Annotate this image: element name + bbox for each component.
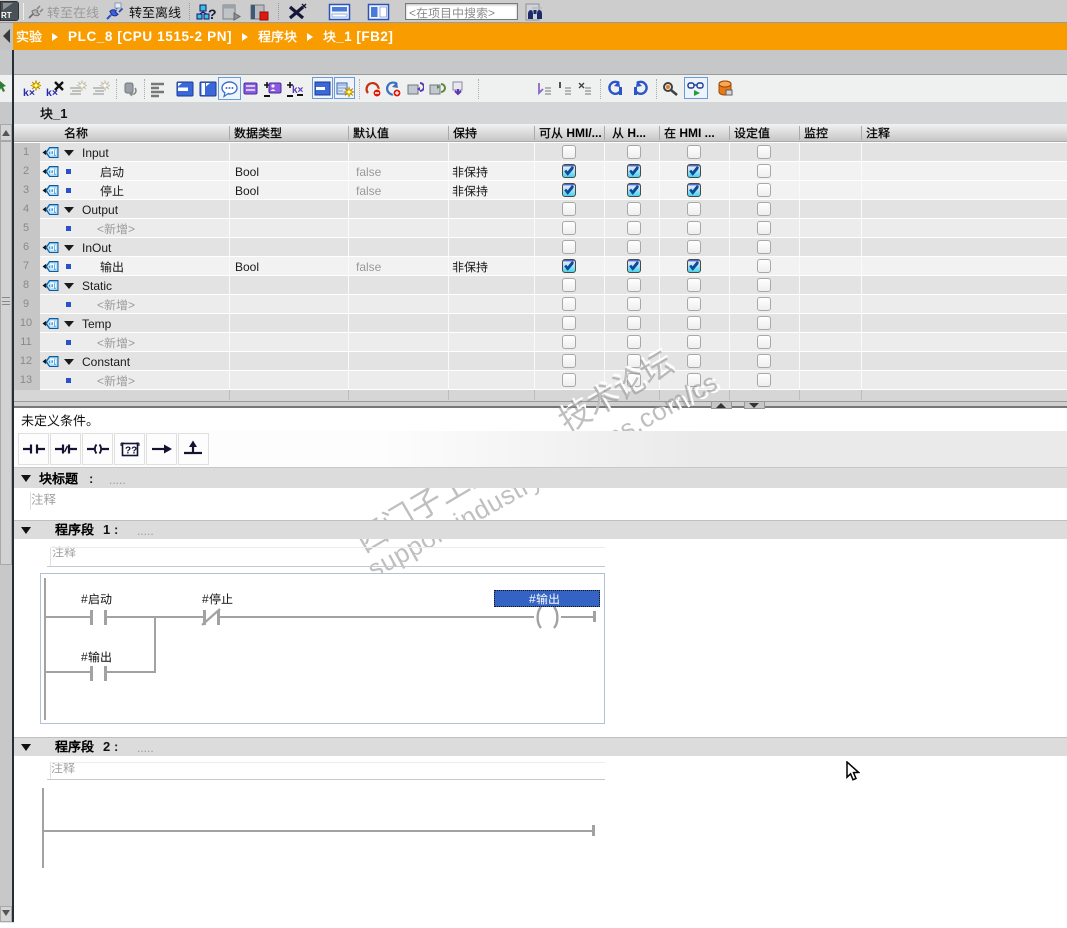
svg-text:k×: k× [23, 87, 35, 98]
svg-text:??: ?? [125, 446, 137, 457]
svg-text:?: ? [208, 6, 216, 21]
